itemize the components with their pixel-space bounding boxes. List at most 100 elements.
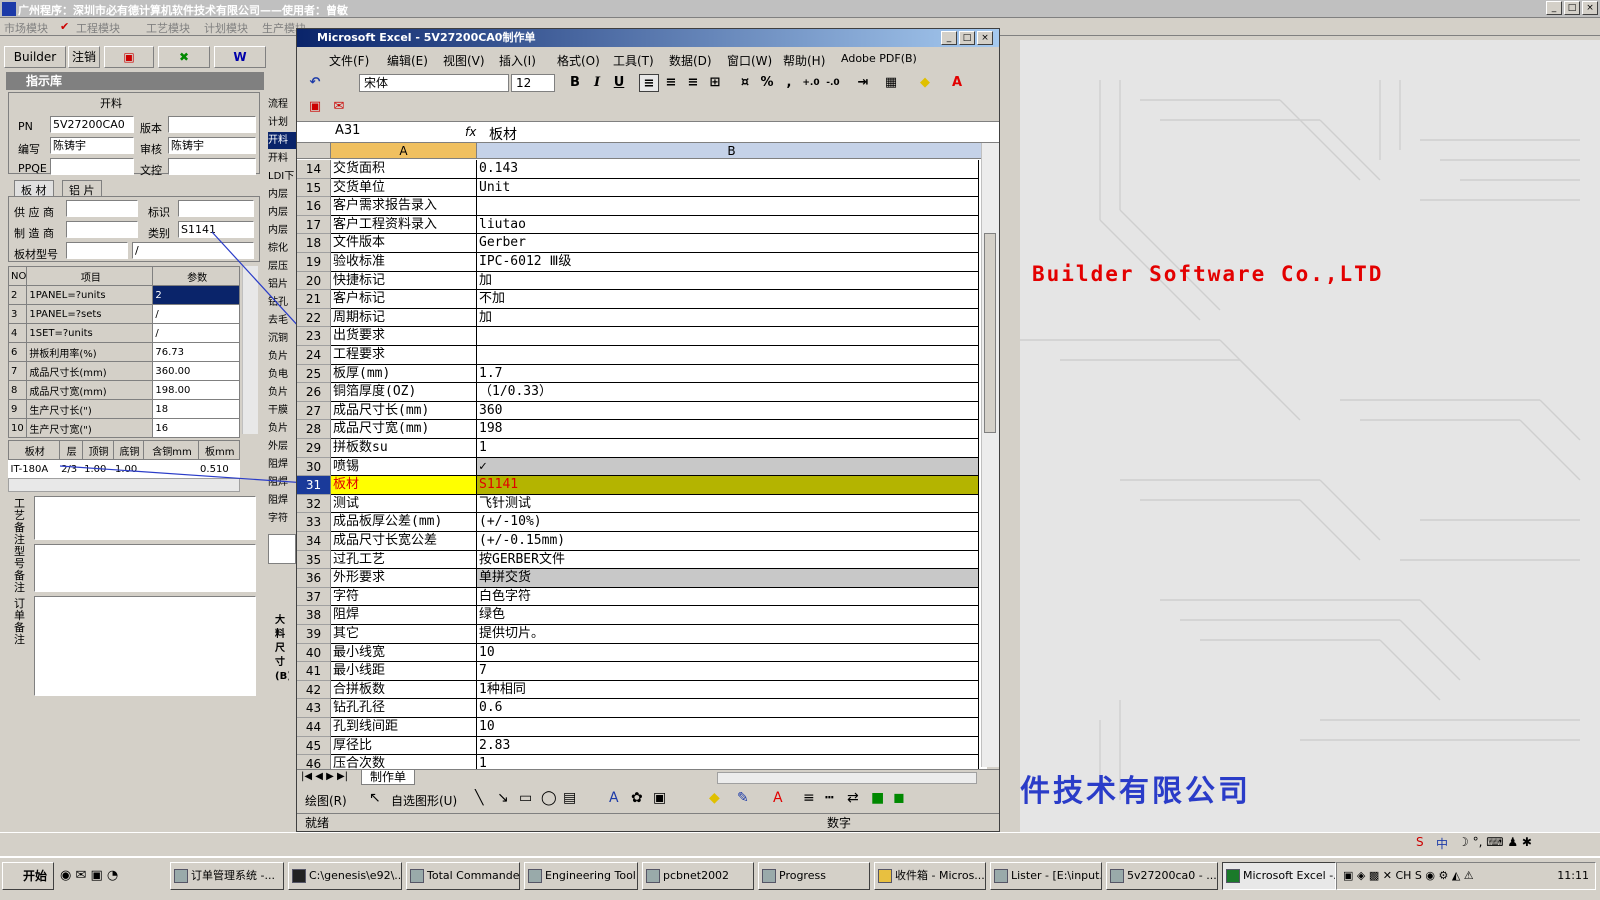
- cell-a[interactable]: 周期标记: [331, 308, 477, 328]
- row-header[interactable]: 26: [297, 383, 331, 402]
- cell-a[interactable]: 最小线宽: [331, 643, 477, 663]
- cell-a[interactable]: 出货要求: [331, 327, 477, 346]
- fill-color-icon[interactable]: ◆: [915, 74, 935, 92]
- sheet-row[interactable]: 27 成品尺寸长(mm) 360: [297, 401, 987, 421]
- model-note-field[interactable]: [34, 544, 256, 592]
- cell-a[interactable]: 外形要求: [331, 569, 477, 588]
- sheet-row[interactable]: 35 过孔工艺 按GERBER文件: [297, 550, 987, 570]
- sheet-row[interactable]: 45 厚径比 2.83: [297, 736, 987, 756]
- cell-a[interactable]: 板厚(mm): [331, 364, 477, 384]
- cell-b[interactable]: (+/-10%): [477, 513, 979, 532]
- line-style-icon[interactable]: ≡: [803, 790, 815, 806]
- borders-icon[interactable]: ▦: [881, 74, 901, 92]
- fx-icon[interactable]: fx: [465, 125, 476, 139]
- close-button[interactable]: ×: [1582, 1, 1598, 15]
- sheet-tab[interactable]: 制作单: [361, 770, 416, 785]
- cell-a[interactable]: 客户标记: [331, 290, 477, 309]
- sheet-row[interactable]: 24 工程要求: [297, 346, 987, 365]
- font-name-select[interactable]: 宋体: [359, 74, 509, 92]
- pdf-email-icon[interactable]: ✉: [329, 98, 349, 116]
- cell-a[interactable]: 钻孔孔径: [331, 699, 477, 718]
- cell-a[interactable]: 验收标准: [331, 253, 477, 272]
- cell-a[interactable]: 测试: [331, 494, 477, 514]
- line-icon[interactable]: ╲: [475, 790, 483, 806]
- sheet-row[interactable]: 20 快捷标记加: [297, 271, 987, 291]
- sheet-row[interactable]: 38 阻焊 绿色: [297, 606, 987, 625]
- cell-a[interactable]: 客户工程资料录入: [331, 215, 477, 235]
- sheet-row[interactable]: 23 出货要求: [297, 327, 987, 346]
- sheet-row[interactable]: 15 交货单位 Unit: [297, 178, 987, 198]
- row-header[interactable]: 38: [297, 606, 331, 625]
- task-5v27200ca0[interactable]: 5v27200ca0 - ...: [1106, 862, 1218, 890]
- row-header[interactable]: 21: [297, 290, 331, 309]
- row-header[interactable]: 40: [297, 643, 331, 663]
- sheet-row[interactable]: 14 交货面积 0.143: [297, 160, 987, 179]
- task-progress[interactable]: Progress: [758, 862, 870, 890]
- cell-b[interactable]: 10: [477, 643, 979, 663]
- row-header[interactable]: 31: [297, 476, 331, 495]
- row-header[interactable]: 41: [297, 662, 331, 681]
- cell-b[interactable]: IPC-6012 Ⅲ级: [477, 253, 979, 272]
- cell-b[interactable]: 1.7: [477, 364, 979, 384]
- arrow-icon[interactable]: ↘: [497, 790, 509, 806]
- cell-a[interactable]: 成品尺寸长(mm): [331, 401, 477, 421]
- cell-b[interactable]: 1种相同: [477, 680, 979, 700]
- cell-a[interactable]: 合拼板数: [331, 680, 477, 700]
- select-all-corner[interactable]: [297, 143, 331, 159]
- align-center-icon[interactable]: ≡: [661, 74, 681, 92]
- cell-b[interactable]: Gerber: [477, 234, 979, 253]
- sheet-row[interactable]: 28 成品尺寸宽(mm) 198: [297, 420, 987, 439]
- clipart-icon[interactable]: ▣: [653, 790, 666, 806]
- menu-adobe-pdf[interactable]: Adobe PDF(B): [841, 52, 917, 65]
- cell-a[interactable]: 阻焊: [331, 606, 477, 625]
- row-header[interactable]: 14: [297, 160, 331, 179]
- column-header-b[interactable]: B: [477, 143, 987, 159]
- row-header[interactable]: 20: [297, 271, 331, 291]
- cell-b[interactable]: 0.143: [477, 160, 979, 179]
- cell-a[interactable]: 文件版本: [331, 234, 477, 253]
- percent-icon[interactable]: %: [757, 74, 777, 92]
- cell-b[interactable]: 提供切片。: [477, 625, 979, 644]
- menu-insert[interactable]: 插入(I): [499, 52, 536, 69]
- cell-b[interactable]: 加: [477, 271, 979, 291]
- cell-b[interactable]: 不加: [477, 290, 979, 309]
- tray-icons[interactable]: ▣ ◈ ▩ ✕ CH S ◉ ⚙ ◭ ⚠: [1343, 863, 1474, 889]
- bold-icon[interactable]: B: [565, 74, 585, 92]
- arrow-style-icon[interactable]: ⇄: [847, 790, 859, 806]
- row-header[interactable]: 25: [297, 364, 331, 384]
- draw-fill-icon[interactable]: ◆: [709, 790, 720, 806]
- flow-input[interactable]: [268, 534, 296, 564]
- sheet-row[interactable]: 30 喷锡 ✓: [297, 457, 987, 477]
- start-button[interactable]: 开始: [2, 862, 54, 890]
- task-engineering-tool[interactable]: Engineering Tool...: [524, 862, 638, 890]
- cell-a[interactable]: 快捷标记: [331, 271, 477, 291]
- rectangle-icon[interactable]: ▭: [519, 790, 532, 806]
- cell-b[interactable]: [477, 346, 979, 365]
- row-header[interactable]: 36: [297, 569, 331, 588]
- menu-view[interactable]: 视图(V): [443, 52, 485, 69]
- sheet-row[interactable]: 29 拼板数su 1: [297, 439, 987, 458]
- cell-b[interactable]: ✓: [477, 457, 979, 477]
- cell-a[interactable]: 客户需求报告录入: [331, 197, 477, 216]
- cell-b[interactable]: (+/-0.15mm): [477, 532, 979, 551]
- ime-tools-icons[interactable]: ☽ °, ⌨ ♟ ✱: [1458, 835, 1532, 849]
- decrease-decimal-icon[interactable]: -.0: [823, 74, 843, 92]
- cell-b[interactable]: 2.83: [477, 736, 979, 756]
- row-header[interactable]: 16: [297, 197, 331, 216]
- sheet-row[interactable]: 32 测试 飞针测试: [297, 494, 987, 514]
- menu-data[interactable]: 数据(D): [669, 52, 712, 69]
- cell-b[interactable]: 360: [477, 401, 979, 421]
- underline-icon[interactable]: U: [609, 74, 629, 92]
- cell-b[interactable]: 白色字符: [477, 587, 979, 607]
- menu-tools[interactable]: 工具(T): [613, 52, 654, 69]
- sogou-ime-icon[interactable]: S: [1416, 835, 1424, 849]
- sheet-row[interactable]: 31 板材 S1141: [297, 476, 987, 495]
- line-color-icon[interactable]: ✎: [737, 790, 749, 806]
- maximize-button[interactable]: □: [1564, 1, 1580, 15]
- task-excel[interactable]: Microsoft Excel -...: [1222, 862, 1336, 890]
- 3d-icon[interactable]: ◼: [893, 790, 905, 806]
- row-header[interactable]: 19: [297, 253, 331, 272]
- row-header[interactable]: 32: [297, 494, 331, 514]
- minimize-button[interactable]: _: [1546, 1, 1562, 15]
- row-header[interactable]: 39: [297, 625, 331, 644]
